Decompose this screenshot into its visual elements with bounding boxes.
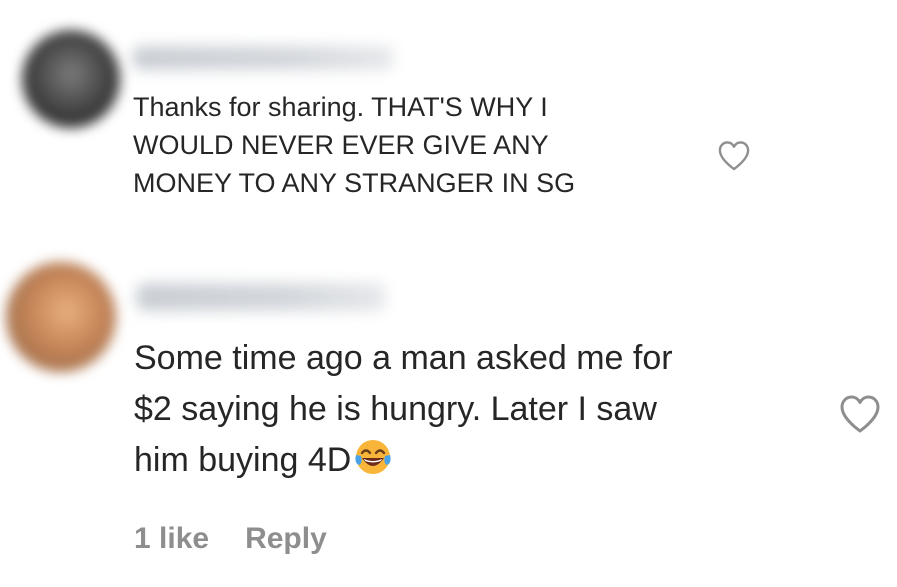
comment-line: Thanks for sharing. THAT'S WHY I bbox=[133, 92, 548, 122]
comment-line: WOULD NEVER EVER GIVE ANY bbox=[133, 130, 549, 160]
reply-button[interactable]: Reply bbox=[245, 522, 327, 556]
comment-text: Some time ago a man asked me for $2 sayin… bbox=[134, 333, 824, 486]
username-blurred[interactable] bbox=[132, 46, 394, 70]
heart-outline-icon[interactable] bbox=[715, 137, 753, 173]
heart-outline-icon[interactable] bbox=[836, 390, 884, 436]
likes-count[interactable]: 1 like bbox=[134, 522, 209, 556]
comment-line: MONEY TO ANY STRANGER IN SG bbox=[133, 168, 576, 198]
comment-line: him buying 4D bbox=[134, 441, 352, 479]
user-avatar-icon[interactable] bbox=[6, 262, 116, 372]
comment-line: $2 saying he is hungry. Later I saw bbox=[134, 390, 657, 428]
user-avatar-icon[interactable] bbox=[22, 30, 120, 128]
username-blurred[interactable] bbox=[136, 283, 386, 311]
face-with-tears-of-joy-icon bbox=[355, 440, 391, 474]
comment-text: Thanks for sharing. THAT'S WHY I WOULD NE… bbox=[133, 88, 693, 202]
comment-line: Some time ago a man asked me for bbox=[134, 339, 673, 377]
comment-actions: 1 like Reply bbox=[134, 522, 327, 556]
